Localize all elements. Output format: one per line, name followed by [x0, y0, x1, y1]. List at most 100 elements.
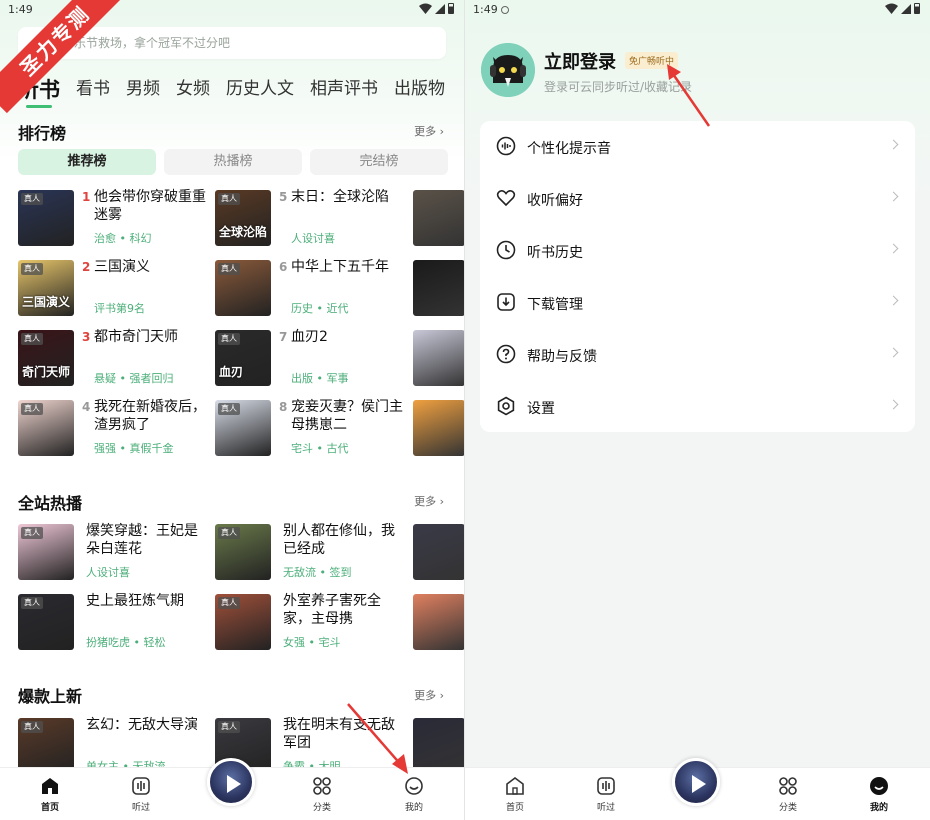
menu-item-ringtone[interactable]: 个性化提示音: [480, 121, 915, 173]
nav-home[interactable]: 首页: [485, 776, 545, 813]
category-tabs: 听书 看书 男频 女频 历史人文 相声评书 出版物: [18, 74, 461, 108]
book-title: 末日：全球沦陷: [291, 189, 389, 205]
ranking-more-link[interactable]: 更多 ›: [414, 123, 444, 139]
nav-category[interactable]: 分类: [758, 776, 818, 813]
menu-item-download[interactable]: 下载管理: [480, 277, 915, 329]
book-item[interactable]: 真人 别人都在修仙，我已经成 无敌流 • 签到: [215, 523, 405, 582]
tab-crosstalk[interactable]: 相声评书: [310, 74, 378, 104]
segment-hot[interactable]: 热播榜: [164, 149, 302, 175]
segment-recommend[interactable]: 推荐榜: [18, 149, 156, 175]
real-voice-badge: 真人: [218, 193, 240, 205]
book-title: 别人都在修仙，我已经成: [283, 523, 395, 557]
more-label: 更多: [414, 495, 437, 508]
book-cover: 真人 血刃: [215, 330, 271, 386]
book-item[interactable]: 真人 1 他会带你穿破重重迷雾 治愈 • 科幻: [18, 189, 208, 248]
real-voice-badge: 真人: [218, 597, 240, 609]
real-voice-badge: 真人: [21, 263, 43, 275]
book-cover-partial[interactable]: [413, 718, 464, 774]
battery-icon: [448, 3, 454, 14]
book-tags: 出版 • 军事: [291, 372, 349, 385]
new-more-link[interactable]: 更多 ›: [414, 687, 444, 703]
real-voice-badge: 真人: [21, 527, 43, 539]
book-cover-partial[interactable]: [413, 190, 464, 246]
battery-icon: [914, 3, 920, 14]
menu-item-settings[interactable]: 设置: [480, 381, 915, 433]
book-tags: 强强 • 真假千金: [94, 442, 174, 455]
book-tags: 女强 • 宅斗: [283, 636, 341, 649]
tab-female[interactable]: 女频: [176, 74, 210, 104]
help-icon: [496, 344, 516, 364]
nav-history[interactable]: 听过: [576, 776, 636, 813]
chevron-right-icon: [888, 295, 899, 306]
player-disc-button[interactable]: [207, 758, 255, 806]
book-item[interactable]: 真人 史上最狂炼气期 扮猪吃虎 • 轻松: [18, 593, 208, 652]
menu-item-history[interactable]: 听书历史: [480, 225, 915, 277]
profile-icon: [405, 777, 423, 795]
menu-label: 收听偏好: [527, 193, 583, 209]
real-voice-badge: 真人: [21, 721, 43, 733]
nav-mine-label: 我的: [869, 803, 888, 813]
book-tags: 扮猪吃虎 • 轻松: [86, 636, 166, 649]
real-voice-badge: 真人: [21, 403, 43, 415]
login-button[interactable]: 立即登录: [544, 48, 616, 74]
avatar-cat-icon: [481, 43, 535, 97]
tab-read[interactable]: 看书: [76, 74, 110, 104]
tab-male[interactable]: 男频: [126, 74, 160, 104]
book-item[interactable]: 真人 全球沦陷 5 末日：全球沦陷 人设讨喜: [215, 189, 405, 248]
book-cover-partial[interactable]: [413, 400, 464, 456]
book-item[interactable]: 真人 奇门天师 3 都市奇门天师 悬疑 • 强者回归: [18, 329, 208, 388]
real-voice-badge: 真人: [218, 263, 240, 275]
download-icon: [497, 293, 515, 311]
menu-item-help[interactable]: 帮助与反馈: [480, 329, 915, 381]
book-item[interactable]: 真人 血刃 7 血刃2 出版 • 军事: [215, 329, 405, 388]
book-cover-partial[interactable]: [413, 260, 464, 316]
nav-category[interactable]: 分类: [292, 776, 352, 813]
player-disc-button[interactable]: [672, 758, 720, 806]
more-label: 更多: [414, 125, 437, 138]
book-cover: 真人: [215, 400, 271, 456]
category-icon: [313, 777, 331, 795]
play-icon: [227, 775, 241, 793]
cover-text: 血刃: [219, 365, 244, 379]
menu-label: 下载管理: [527, 297, 583, 313]
book-cover-partial[interactable]: [413, 524, 464, 580]
book-item[interactable]: 真人 爆笑穿越：王妃是朵白莲花 人设讨喜: [18, 523, 208, 582]
segment-finished[interactable]: 完结榜: [310, 149, 448, 175]
book-item[interactable]: 真人 4 我死在新婚夜后，渣男疯了 强强 • 真假千金: [18, 399, 208, 458]
rank-number: 1: [82, 190, 91, 204]
nav-mine[interactable]: 我的: [849, 776, 909, 813]
signal-icon: [901, 3, 911, 14]
avatar[interactable]: [481, 43, 535, 97]
tab-publication[interactable]: 出版物: [394, 74, 445, 104]
book-title: 三国演义: [94, 259, 150, 275]
book-item[interactable]: 真人 8 宠妾灭妻？侯门主母携崽二 宅斗 • 古代: [215, 399, 405, 458]
real-voice-badge: 真人: [21, 193, 43, 205]
book-cover: 真人: [215, 524, 271, 580]
book-item[interactable]: 真人 三国演义 2 三国演义 评书第9名: [18, 259, 208, 318]
ranking-title: 排行榜: [18, 124, 67, 143]
new-title: 爆款上新: [18, 687, 83, 706]
tab-history[interactable]: 历史人文: [226, 74, 294, 104]
nav-home[interactable]: 首页: [20, 776, 80, 813]
book-tags: 悬疑 • 强者回归: [94, 372, 174, 385]
status-bar: 1:49: [465, 0, 930, 22]
book-cover: 真人 奇门天师: [18, 330, 74, 386]
book-item[interactable]: 真人 6 中华上下五千年 历史 • 近代: [215, 259, 405, 318]
menu-label: 听书历史: [527, 245, 583, 261]
book-title: 玄幻：无敌大导演: [86, 717, 198, 733]
nav-history[interactable]: 听过: [111, 776, 171, 813]
book-cover-partial[interactable]: [413, 594, 464, 650]
wifi-icon: [419, 3, 432, 14]
menu-label: 个性化提示音: [527, 141, 611, 157]
real-voice-badge: 真人: [218, 721, 240, 733]
menu-item-preference[interactable]: 收听偏好: [480, 173, 915, 225]
nav-history-label: 听过: [131, 803, 150, 813]
gear-icon: [497, 396, 515, 416]
nav-mine[interactable]: 我的: [384, 776, 444, 813]
hot-more-link[interactable]: 更多 ›: [414, 493, 444, 509]
book-cover-partial[interactable]: [413, 330, 464, 386]
nav-mine-label: 我的: [404, 803, 423, 813]
real-voice-badge: 真人: [218, 333, 240, 345]
book-item[interactable]: 真人 外室养子害死全家，主母携 女强 • 宅斗: [215, 593, 405, 652]
book-cover: 真人: [215, 260, 271, 316]
